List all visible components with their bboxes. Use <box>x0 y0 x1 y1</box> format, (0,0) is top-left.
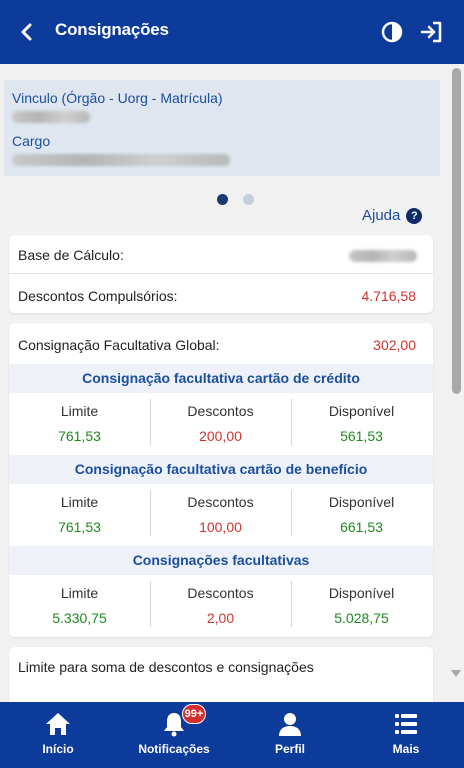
descontos-value: 2,00 <box>206 610 235 626</box>
tab-label: Mais <box>392 742 420 756</box>
contrast-icon[interactable] <box>380 20 404 44</box>
global-label: Consignação Facultativa Global: <box>18 337 220 353</box>
limite-value: 761,53 <box>58 428 101 444</box>
limite-label: Limite <box>60 494 99 510</box>
bottom-tab-bar: Início 99+ Notificações Perfil Mais <box>0 702 464 768</box>
base-calculo-value-redacted <box>349 250 417 262</box>
disponivel-label: Disponível <box>328 494 395 510</box>
column-divider <box>291 399 292 445</box>
base-calculo-label: Base de Cálculo: <box>18 247 124 263</box>
disponivel-value: 661,53 <box>340 519 383 535</box>
page-title: Consignações <box>55 20 169 39</box>
arrow-left-icon[interactable] <box>12 18 40 46</box>
column-divider <box>150 399 151 445</box>
pagination-dot-inactive[interactable] <box>243 194 254 205</box>
carousel-pagination <box>0 194 448 206</box>
disponivel-label: Disponível <box>328 585 395 601</box>
help-icon: ? <box>406 207 423 224</box>
limite-value: 761,53 <box>58 519 101 535</box>
vinculo-value-redacted <box>12 111 90 123</box>
column-divider <box>291 490 292 536</box>
descontos-value: 200,00 <box>199 428 242 444</box>
disponivel-label: Disponível <box>328 403 395 419</box>
summary-card: Base de Cálculo: Descontos Compulsórios:… <box>9 235 433 313</box>
logout-icon[interactable] <box>419 19 445 45</box>
facultativa-card: Consignação Facultativa Global: 302,00 C… <box>9 323 433 637</box>
app-header: Consignações <box>0 0 464 64</box>
scrollbar[interactable] <box>449 64 464 702</box>
descontos-label: Descontos <box>187 494 254 510</box>
column-divider <box>150 490 151 536</box>
tab-notificacoes[interactable]: 99+ Notificações <box>116 702 232 768</box>
help-link[interactable]: Ajuda ? <box>362 207 423 224</box>
cargo-value-redacted <box>12 154 230 166</box>
content-scroll-area[interactable]: Vinculo (Órgão - Uorg - Matrícula) Cargo… <box>0 64 448 702</box>
tab-label: Início <box>42 742 74 756</box>
descontos-compulsorios-label: Descontos Compulsórios: <box>18 288 178 304</box>
section-title-cartao-credito: Consignação facultativa cartão de crédit… <box>9 364 433 393</box>
descontos-value: 100,00 <box>199 519 242 535</box>
disponivel-value: 561,53 <box>340 428 383 444</box>
section-title-consignacoes-facultativas: Consignações facultativas <box>9 546 433 575</box>
column-divider <box>291 581 292 627</box>
limite-label: Limite <box>60 403 99 419</box>
descontos-compulsorios-value: 4.716,58 <box>361 288 417 304</box>
vinculo-card[interactable]: Vinculo (Órgão - Uorg - Matrícula) Cargo <box>4 80 440 176</box>
tab-mais[interactable]: Mais <box>348 702 464 768</box>
tab-perfil[interactable]: Perfil <box>232 702 348 768</box>
scroll-down-arrow-icon[interactable] <box>451 670 461 677</box>
global-value: 302,00 <box>373 337 416 353</box>
limite-card: Limite para soma de descontos e consigna… <box>9 647 433 702</box>
user-icon <box>276 710 304 738</box>
vinculo-label: Vinculo (Órgão - Uorg - Matrícula) <box>12 90 223 106</box>
descontos-label: Descontos <box>187 403 254 419</box>
scrollbar-thumb[interactable] <box>452 68 461 394</box>
divider <box>9 273 433 274</box>
notification-badge: 99+ <box>182 704 206 724</box>
pagination-dot-active[interactable] <box>217 194 228 205</box>
limite-card-label: Limite para soma de descontos e consigna… <box>18 659 314 675</box>
help-label: Ajuda <box>362 207 401 224</box>
descontos-label: Descontos <box>187 585 254 601</box>
home-icon <box>44 710 72 738</box>
tab-inicio[interactable]: Início <box>0 702 116 768</box>
limite-label: Limite <box>60 585 99 601</box>
disponivel-value: 5.028,75 <box>334 610 389 626</box>
menu-list-icon <box>392 710 420 738</box>
column-divider <box>150 581 151 627</box>
cargo-label: Cargo <box>12 133 51 149</box>
tab-label: Notificações <box>138 742 210 756</box>
limite-value: 5.330,75 <box>52 610 107 626</box>
section-title-cartao-beneficio: Consignação facultativa cartão de benefí… <box>9 455 433 484</box>
tab-label: Perfil <box>274 742 305 756</box>
